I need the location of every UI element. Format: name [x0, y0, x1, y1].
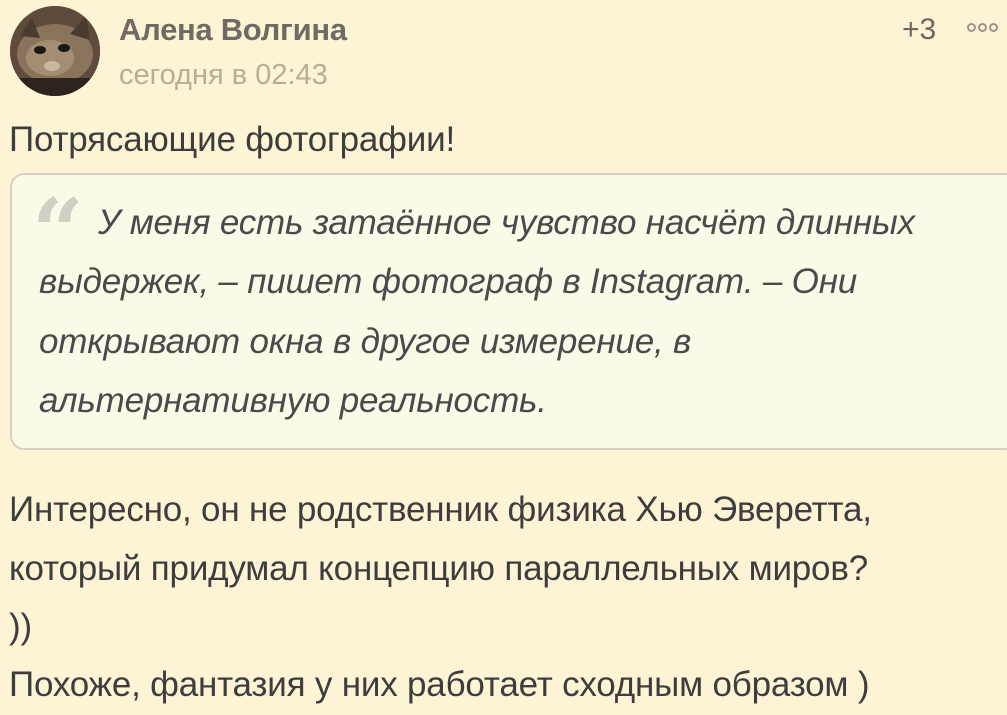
- more-dot: [967, 23, 976, 32]
- comment-body-line: )): [9, 607, 32, 646]
- quote-line: выдержек, – пишет фотограф в Instagram. …: [39, 262, 858, 301]
- more-dot: [989, 23, 998, 32]
- quote-line: открывают окна в другое измерение, в: [39, 322, 692, 361]
- comment-body-line: который придумал концепцию параллельных …: [9, 549, 868, 588]
- author-name[interactable]: Алена Волгина: [119, 12, 347, 48]
- quote-line: У меня есть затаённое чувство насчёт дли…: [98, 203, 915, 242]
- comment-body-line: Похоже, фантазия у них работает сходным …: [9, 665, 870, 704]
- quote-line: альтернативную реальность.: [39, 381, 547, 420]
- more-options-icon[interactable]: [967, 19, 1007, 39]
- post-timestamp: сегодня в 02:43: [119, 59, 328, 91]
- author-avatar[interactable]: [10, 6, 100, 96]
- comment-lead-text: Потрясающие фотографии!: [9, 120, 455, 159]
- more-dot: [978, 23, 987, 32]
- cat-photo-image: [10, 6, 100, 96]
- rating-counter[interactable]: +3: [902, 13, 936, 47]
- comment-body-line: Интересно, он не родственник физика Хью …: [9, 490, 872, 529]
